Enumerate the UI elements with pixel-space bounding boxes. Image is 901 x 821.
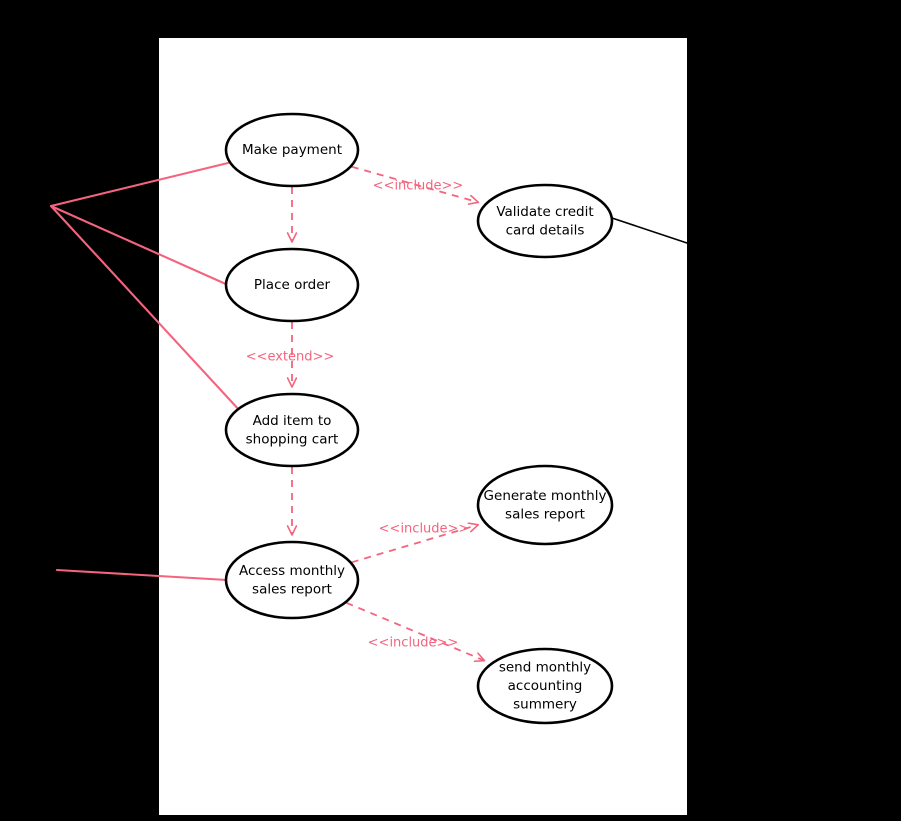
use-case-ellipse — [476, 183, 614, 259]
use-case-label: send monthly — [499, 660, 591, 676]
use-case-access-monthly-sales-report[interactable]: Access monthly sales report — [224, 540, 360, 620]
use-case-label: sales report — [252, 581, 332, 597]
use-case-label: shopping cart — [246, 431, 339, 447]
use-case-label: card details — [506, 222, 585, 238]
stereotype-label-extend-place-order-add-item: <<extend>> — [246, 350, 335, 365]
use-case-label: sales report — [505, 506, 585, 522]
use-case-place-order[interactable]: Place order — [224, 247, 360, 323]
use-case-label: Generate monthly — [484, 488, 607, 504]
use-case-validate-credit-card-details[interactable]: Validate credit card details — [476, 183, 614, 259]
use-case-label: Add item to — [253, 413, 332, 429]
use-case-label: accounting — [508, 678, 583, 694]
use-case-label: Access monthly — [239, 563, 345, 579]
use-case-label: summery — [513, 697, 577, 713]
stereotype-label-include-make-payment-validate-credit-card: <<include>> — [373, 179, 464, 194]
use-case-ellipse — [224, 392, 360, 468]
use-case-add-item-to-shopping-cart[interactable]: Add item to shopping cart — [224, 392, 360, 468]
use-case-send-monthly-accounting-summery[interactable]: send monthly accounting summery — [476, 647, 614, 725]
use-case-label: Validate credit — [496, 204, 593, 220]
stereotype-label-include-access-report-send-summery: <<include>> — [368, 636, 459, 651]
use-case-label: Make payment — [242, 142, 342, 158]
use-case-diagram-canvas: Make payment Place order Add item to shoppi… — [0, 0, 901, 821]
stereotype-label-include-access-report-generate-report: <<include>> — [379, 522, 470, 537]
diagram-svg: Make payment Place order Add item to shoppi… — [0, 0, 901, 821]
use-case-ellipse — [476, 464, 614, 546]
use-case-ellipse — [224, 540, 360, 620]
use-case-label: Place order — [254, 277, 331, 293]
use-case-generate-monthly-sales-report[interactable]: Generate monthly sales report — [476, 464, 614, 546]
use-case-make-payment[interactable]: Make payment — [224, 112, 360, 188]
